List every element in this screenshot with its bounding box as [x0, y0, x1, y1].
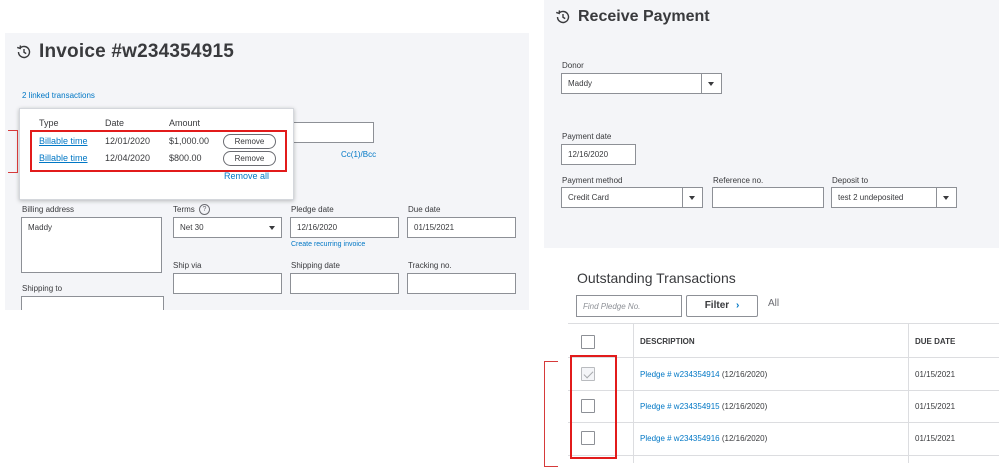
deposit-value: test 2 undeposited [838, 193, 904, 202]
chevron-down-icon [708, 82, 714, 86]
billing-address-label: Billing address [22, 205, 75, 214]
chevron-right-icon: › [735, 300, 740, 311]
payment-method-value: Credit Card [568, 193, 609, 202]
pledge-date: (12/16/2020) [721, 434, 768, 443]
reference-field[interactable] [712, 187, 824, 208]
tracking-label: Tracking no. [408, 261, 452, 270]
all-link[interactable]: All [768, 298, 779, 309]
receive-payment-title: Receive Payment [578, 8, 710, 25]
highlight-box [570, 355, 617, 459]
chevron-down-icon [943, 196, 949, 200]
payment-method-select[interactable]: Credit Card [561, 187, 703, 208]
pledge-link[interactable]: Pledge # w234354914 [640, 370, 720, 379]
donor-select[interactable]: Maddy [561, 73, 722, 94]
history-icon [16, 45, 31, 59]
payment-date-label: Payment date [562, 132, 612, 141]
chevron-down-icon [689, 196, 695, 200]
linked-transactions-link[interactable]: 2 linked transactions [22, 91, 95, 100]
find-pledge-input[interactable]: Find Pledge No. [576, 295, 682, 317]
col-amount: Amount [169, 118, 201, 128]
pledge-date-label: Pledge date [291, 205, 334, 214]
annotation-bracket [8, 130, 18, 173]
shipping-to-label: Shipping to [22, 284, 63, 293]
table-row-due-date: 01/15/2021 [915, 402, 956, 411]
filter-button[interactable]: Filter › [686, 295, 758, 317]
deposit-select[interactable]: test 2 undeposited [831, 187, 957, 208]
pledge-link[interactable]: Pledge # w234354915 [640, 402, 720, 411]
description-header: DESCRIPTION [640, 337, 695, 346]
donor-value: Maddy [568, 79, 593, 88]
shipping-date-field[interactable] [290, 273, 399, 294]
invoice-title: Invoice #w234354915 [39, 41, 234, 62]
table-row-description: Pledge # w234354915 (12/16/2020) [640, 402, 767, 411]
table-row-description: Pledge # w234354916 (12/16/2020) [640, 434, 767, 443]
col-date: Date [105, 118, 125, 128]
pledge-date: (12/16/2020) [721, 370, 768, 379]
pledge-date: (12/16/2020) [721, 402, 768, 411]
col-type: Type [39, 118, 59, 128]
terms-select[interactable]: Net 30 [173, 217, 282, 238]
ship-via-field[interactable] [173, 273, 282, 294]
pledge-date-field[interactable]: 12/16/2020 [290, 217, 399, 238]
invoice-panel: Invoice #w234354915 2 linked transaction… [5, 33, 529, 310]
chevron-down-icon [269, 226, 275, 230]
reference-label: Reference no. [713, 176, 764, 185]
due-date-field[interactable]: 01/15/2021 [407, 217, 516, 238]
terms-value: Net 30 [180, 223, 204, 232]
shipping-to-field[interactable] [21, 296, 164, 310]
remove-all-link[interactable]: Remove all [224, 171, 269, 181]
cc-bcc-link[interactable]: Cc(1)/Bcc [341, 150, 376, 159]
shipping-date-label: Shipping date [291, 261, 340, 270]
filter-label: Filter [704, 300, 730, 311]
deposit-label: Deposit to [832, 176, 869, 185]
ship-via-label: Ship via [173, 261, 202, 270]
table-row-due-date: 01/15/2021 [915, 434, 956, 443]
terms-label: Terms [173, 205, 195, 214]
outstanding-title: Outstanding Transactions [577, 270, 736, 286]
billing-address-field[interactable]: Maddy [21, 217, 162, 273]
annotation-bracket [544, 361, 558, 467]
table-row-description: Pledge # w234354914 (12/16/2020) [640, 370, 767, 379]
donor-label: Donor [562, 61, 584, 70]
email-field[interactable] [285, 122, 374, 143]
table-row-due-date: 01/15/2021 [915, 370, 956, 379]
help-icon[interactable]: ? [199, 204, 210, 215]
pledge-link[interactable]: Pledge # w234354916 [640, 434, 720, 443]
tracking-field[interactable] [407, 273, 516, 294]
create-recurring-link[interactable]: Create recurring invoice [291, 241, 365, 248]
due-date-header: DUE DATE [915, 337, 956, 346]
highlight-box [30, 130, 287, 172]
history-icon [555, 10, 570, 24]
due-date-label: Due date [408, 205, 441, 214]
receive-payment-panel: Receive Payment Donor Maddy Payment date… [544, 0, 999, 248]
select-all-checkbox[interactable] [581, 335, 595, 349]
payment-date-field[interactable]: 12/16/2020 [561, 144, 636, 165]
payment-method-label: Payment method [562, 176, 623, 185]
